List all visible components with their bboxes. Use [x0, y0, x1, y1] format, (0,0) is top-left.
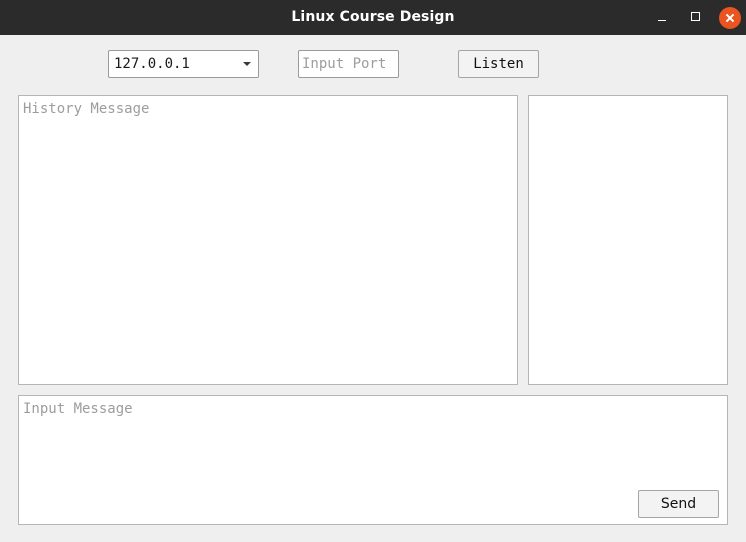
chevron-down-icon: [243, 62, 251, 66]
history-message-area[interactable]: [19, 96, 517, 384]
close-icon[interactable]: [719, 7, 741, 29]
history-message-panel: [18, 95, 518, 385]
title-bar: Linux Course Design: [0, 0, 746, 35]
input-message-field[interactable]: [19, 396, 727, 524]
client-list[interactable]: [528, 95, 728, 385]
minimize-icon[interactable]: [651, 7, 673, 29]
send-button[interactable]: Send: [638, 490, 719, 518]
input-message-panel: [18, 395, 728, 525]
maximize-icon[interactable]: [685, 7, 707, 29]
ip-address-select[interactable]: 127.0.0.1: [108, 50, 259, 78]
listen-button[interactable]: Listen: [458, 50, 539, 78]
window-title: Linux Course Design: [291, 9, 455, 25]
ip-address-value: 127.0.0.1: [114, 56, 190, 72]
port-input[interactable]: [298, 50, 399, 78]
